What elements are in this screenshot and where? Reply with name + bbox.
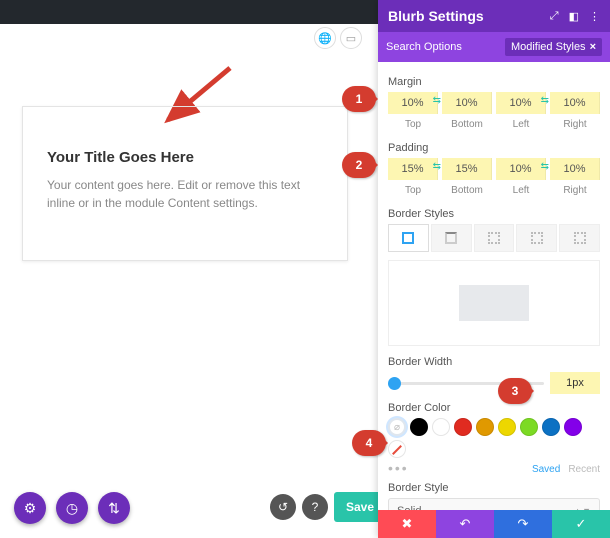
- border-style-all[interactable]: [388, 224, 429, 252]
- expand-icon[interactable]: ⤢: [550, 10, 559, 23]
- swatch[interactable]: [410, 418, 428, 436]
- border-width-input[interactable]: 1px: [550, 372, 600, 394]
- chip-close-icon[interactable]: ×: [590, 41, 596, 53]
- color-swatches: ⌀: [388, 418, 600, 458]
- search-options[interactable]: Search Options: [386, 41, 462, 53]
- padding-top-input[interactable]: 15%: [388, 158, 438, 180]
- margin-sub: Top: [388, 116, 438, 136]
- swatch[interactable]: [454, 418, 472, 436]
- margin-values: 10%⇆ 10% 10%⇆ 10%: [388, 92, 600, 114]
- border-style-top[interactable]: [431, 224, 472, 252]
- page-actions: ↺ ? Save: [270, 492, 386, 522]
- swatch-tab-recent[interactable]: Recent: [568, 464, 600, 475]
- swatch-tab-saved[interactable]: Saved: [532, 464, 560, 475]
- padding-sub: Bottom: [442, 182, 492, 202]
- border-style-picker: [388, 224, 600, 252]
- panel-searchbar: Search Options Modified Styles ×: [378, 32, 610, 62]
- globe-icon[interactable]: 🌐: [314, 27, 336, 49]
- modified-styles-chip[interactable]: Modified Styles ×: [505, 38, 602, 56]
- padding-values: 15%⇆ 15% 10%⇆ 10%: [388, 158, 600, 180]
- callout-1: 1: [342, 86, 376, 112]
- margin-label: Margin: [388, 76, 600, 88]
- border-style-left[interactable]: [559, 224, 600, 252]
- swatch[interactable]: [520, 418, 538, 436]
- border-style-bottom[interactable]: [516, 224, 557, 252]
- page-controls: ⚙ ◷ ⇅: [14, 492, 130, 524]
- border-styles-label: Border Styles: [388, 208, 600, 220]
- phone-icon[interactable]: ▭: [340, 27, 362, 49]
- blurb-module[interactable]: Your Title Goes Here Your content goes h…: [22, 106, 348, 261]
- swatch[interactable]: [564, 418, 582, 436]
- padding-sub: Top: [388, 182, 438, 202]
- preview-toolbar: 🌐 ▭: [0, 24, 370, 48]
- preview-area: 🌐 ▭ Your Title Goes Here Your content go…: [0, 24, 370, 538]
- swatch[interactable]: [476, 418, 494, 436]
- callout-2: 2: [342, 152, 376, 178]
- padding-sub: Left: [496, 182, 546, 202]
- border-width-label: Border Width: [388, 356, 600, 368]
- border-width-control: 1px: [388, 372, 600, 394]
- panel-titlebar: Blurb Settings ⤢ ◧ ⋮: [378, 0, 610, 32]
- swatch[interactable]: [542, 418, 560, 436]
- panel-close-button[interactable]: ✖: [378, 510, 436, 538]
- dock-icon[interactable]: ◧: [569, 10, 579, 23]
- border-preview: [388, 260, 600, 346]
- margin-left-input[interactable]: 10%: [496, 92, 546, 114]
- margin-sub: Left: [496, 116, 546, 136]
- padding-left-input[interactable]: 10%: [496, 158, 546, 180]
- margin-sub: Bottom: [442, 116, 492, 136]
- blurb-title[interactable]: Your Title Goes Here: [47, 149, 323, 166]
- border-color-label: Border Color: [388, 402, 600, 414]
- border-style-select[interactable]: Solid ▲▼: [388, 498, 600, 510]
- kebab-icon[interactable]: ⋮: [589, 10, 600, 23]
- padding-label: Padding: [388, 142, 600, 154]
- border-style-right[interactable]: [474, 224, 515, 252]
- swatch-none[interactable]: ⌀: [388, 418, 406, 436]
- margin-right-input[interactable]: 10%: [550, 92, 600, 114]
- padding-right-input[interactable]: 10%: [550, 158, 600, 180]
- settings-button[interactable]: ⚙: [14, 492, 46, 524]
- reorder-button[interactable]: ⇅: [98, 492, 130, 524]
- history-button[interactable]: ◷: [56, 492, 88, 524]
- more-colors-icon[interactable]: •••: [388, 460, 409, 476]
- panel-redo-button[interactable]: ↷: [494, 510, 552, 538]
- panel-title: Blurb Settings: [388, 8, 484, 24]
- undo-button[interactable]: ↺: [270, 494, 296, 520]
- panel-body: Margin 10%⇆ 10% 10%⇆ 10% Top Bottom Left…: [378, 62, 610, 510]
- help-button[interactable]: ?: [302, 494, 328, 520]
- border-style-label: Border Style: [388, 482, 600, 494]
- panel-footer: ✖ ↶ ↷ ✓: [378, 510, 610, 538]
- callout-4: 4: [352, 430, 386, 456]
- slider-thumb[interactable]: [388, 377, 401, 390]
- margin-top-input[interactable]: 10%: [388, 92, 438, 114]
- blurb-body[interactable]: Your content goes here. Edit or remove t…: [47, 176, 323, 212]
- margin-sub: Right: [550, 116, 600, 136]
- panel-confirm-button[interactable]: ✓: [552, 510, 610, 538]
- margin-bottom-input[interactable]: 10%: [442, 92, 492, 114]
- swatch[interactable]: [432, 418, 450, 436]
- padding-sub: Right: [550, 182, 600, 202]
- chip-label: Modified Styles: [511, 41, 586, 53]
- settings-panel: Blurb Settings ⤢ ◧ ⋮ Search Options Modi…: [378, 0, 610, 538]
- callout-3: 3: [498, 378, 532, 404]
- padding-bottom-input[interactable]: 15%: [442, 158, 492, 180]
- swatch[interactable]: [498, 418, 516, 436]
- panel-undo-button[interactable]: ↶: [436, 510, 494, 538]
